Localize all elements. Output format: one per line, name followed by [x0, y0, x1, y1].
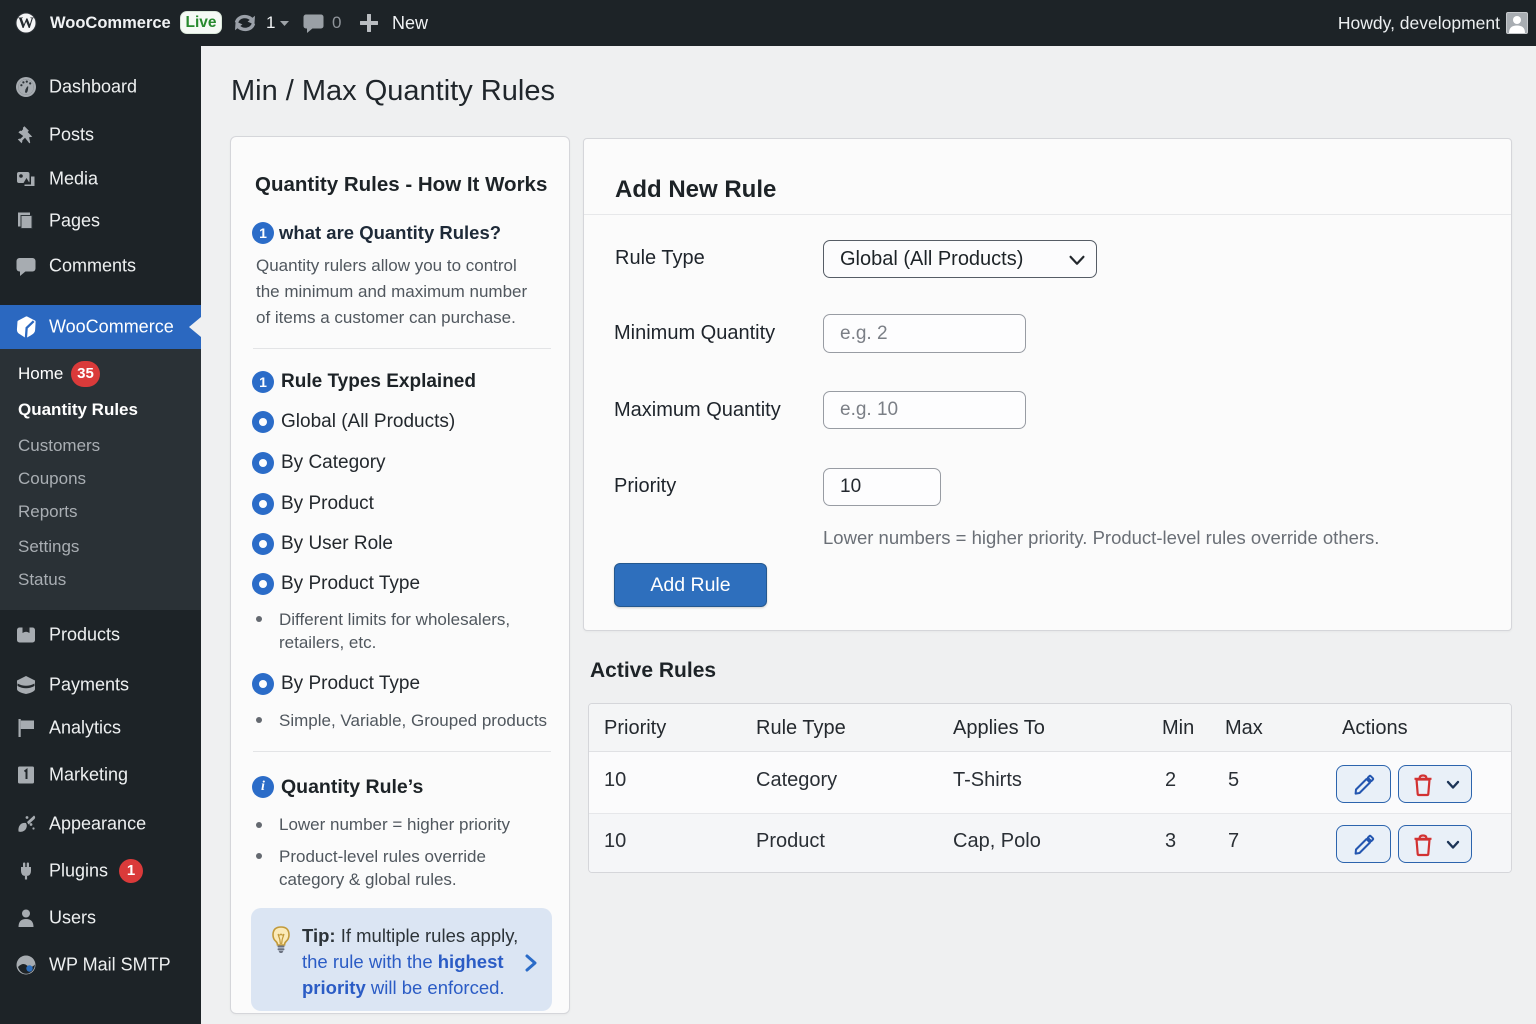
svg-text:W: W: [18, 15, 34, 32]
